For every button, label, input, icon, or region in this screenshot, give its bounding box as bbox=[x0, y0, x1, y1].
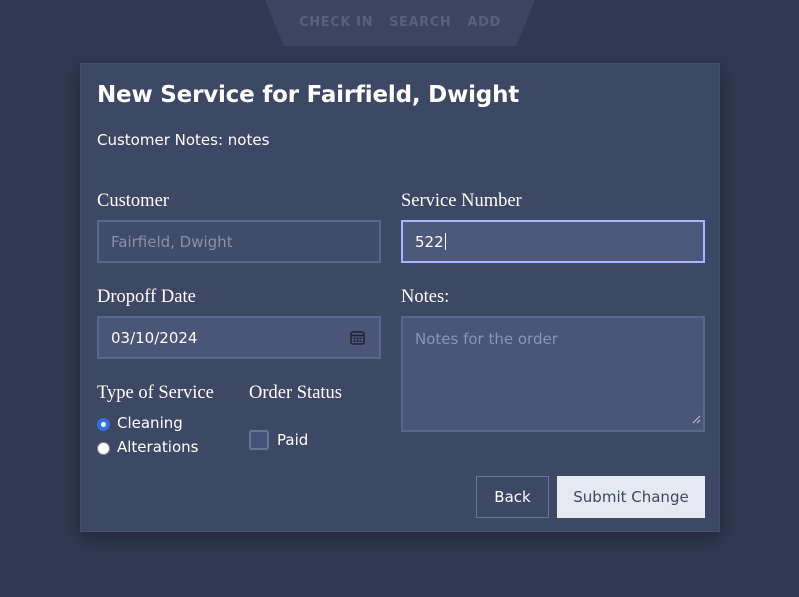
paid-label: Paid bbox=[277, 431, 309, 449]
customer-label: Customer bbox=[97, 191, 169, 211]
radio-alterations-button[interactable] bbox=[97, 441, 110, 455]
customer-notes: Customer Notes: notes bbox=[97, 131, 270, 149]
service-number-label: Service Number bbox=[401, 191, 522, 211]
submit-change-button[interactable]: Submit Change bbox=[557, 476, 705, 518]
radio-cleaning[interactable]: Cleaning bbox=[97, 414, 183, 432]
radio-cleaning-button[interactable] bbox=[97, 417, 110, 431]
notes-label: Notes: bbox=[401, 287, 450, 307]
nav-search[interactable]: SEARCH bbox=[389, 15, 451, 30]
resize-grip-icon[interactable] bbox=[692, 410, 701, 428]
top-navigation: CHECK IN SEARCH ADD bbox=[265, 0, 535, 46]
dropoff-date-input[interactable]: 03/10/2024 bbox=[97, 316, 381, 359]
paid-checkbox-row[interactable]: Paid bbox=[249, 430, 308, 450]
dropoff-date-label: Dropoff Date bbox=[97, 287, 196, 307]
calendar-icon[interactable] bbox=[350, 330, 365, 349]
notes-placeholder: Notes for the order bbox=[415, 330, 558, 348]
text-caret bbox=[444, 233, 446, 250]
service-number-value: 522 bbox=[415, 232, 444, 251]
back-button[interactable]: Back bbox=[476, 476, 549, 518]
service-form-card: New Service for Fairfield, Dwight Custom… bbox=[80, 63, 720, 532]
order-status-label: Order Status bbox=[249, 383, 342, 403]
customer-field-value: Fairfield, Dwight bbox=[111, 232, 233, 251]
nav-add[interactable]: ADD bbox=[467, 15, 500, 30]
radio-alterations[interactable]: Alterations bbox=[97, 438, 198, 456]
type-of-service-label: Type of Service bbox=[97, 383, 214, 403]
radio-cleaning-label: Cleaning bbox=[117, 414, 183, 432]
notes-textarea[interactable]: Notes for the order bbox=[401, 316, 705, 432]
radio-alterations-label: Alterations bbox=[117, 438, 199, 456]
nav-check-in[interactable]: CHECK IN bbox=[299, 15, 373, 30]
service-number-input[interactable]: 522 bbox=[401, 220, 705, 263]
customer-field: Fairfield, Dwight bbox=[97, 220, 381, 263]
page-title: New Service for Fairfield, Dwight bbox=[97, 82, 520, 108]
paid-checkbox[interactable] bbox=[249, 430, 269, 450]
dropoff-date-value: 03/10/2024 bbox=[111, 328, 198, 347]
